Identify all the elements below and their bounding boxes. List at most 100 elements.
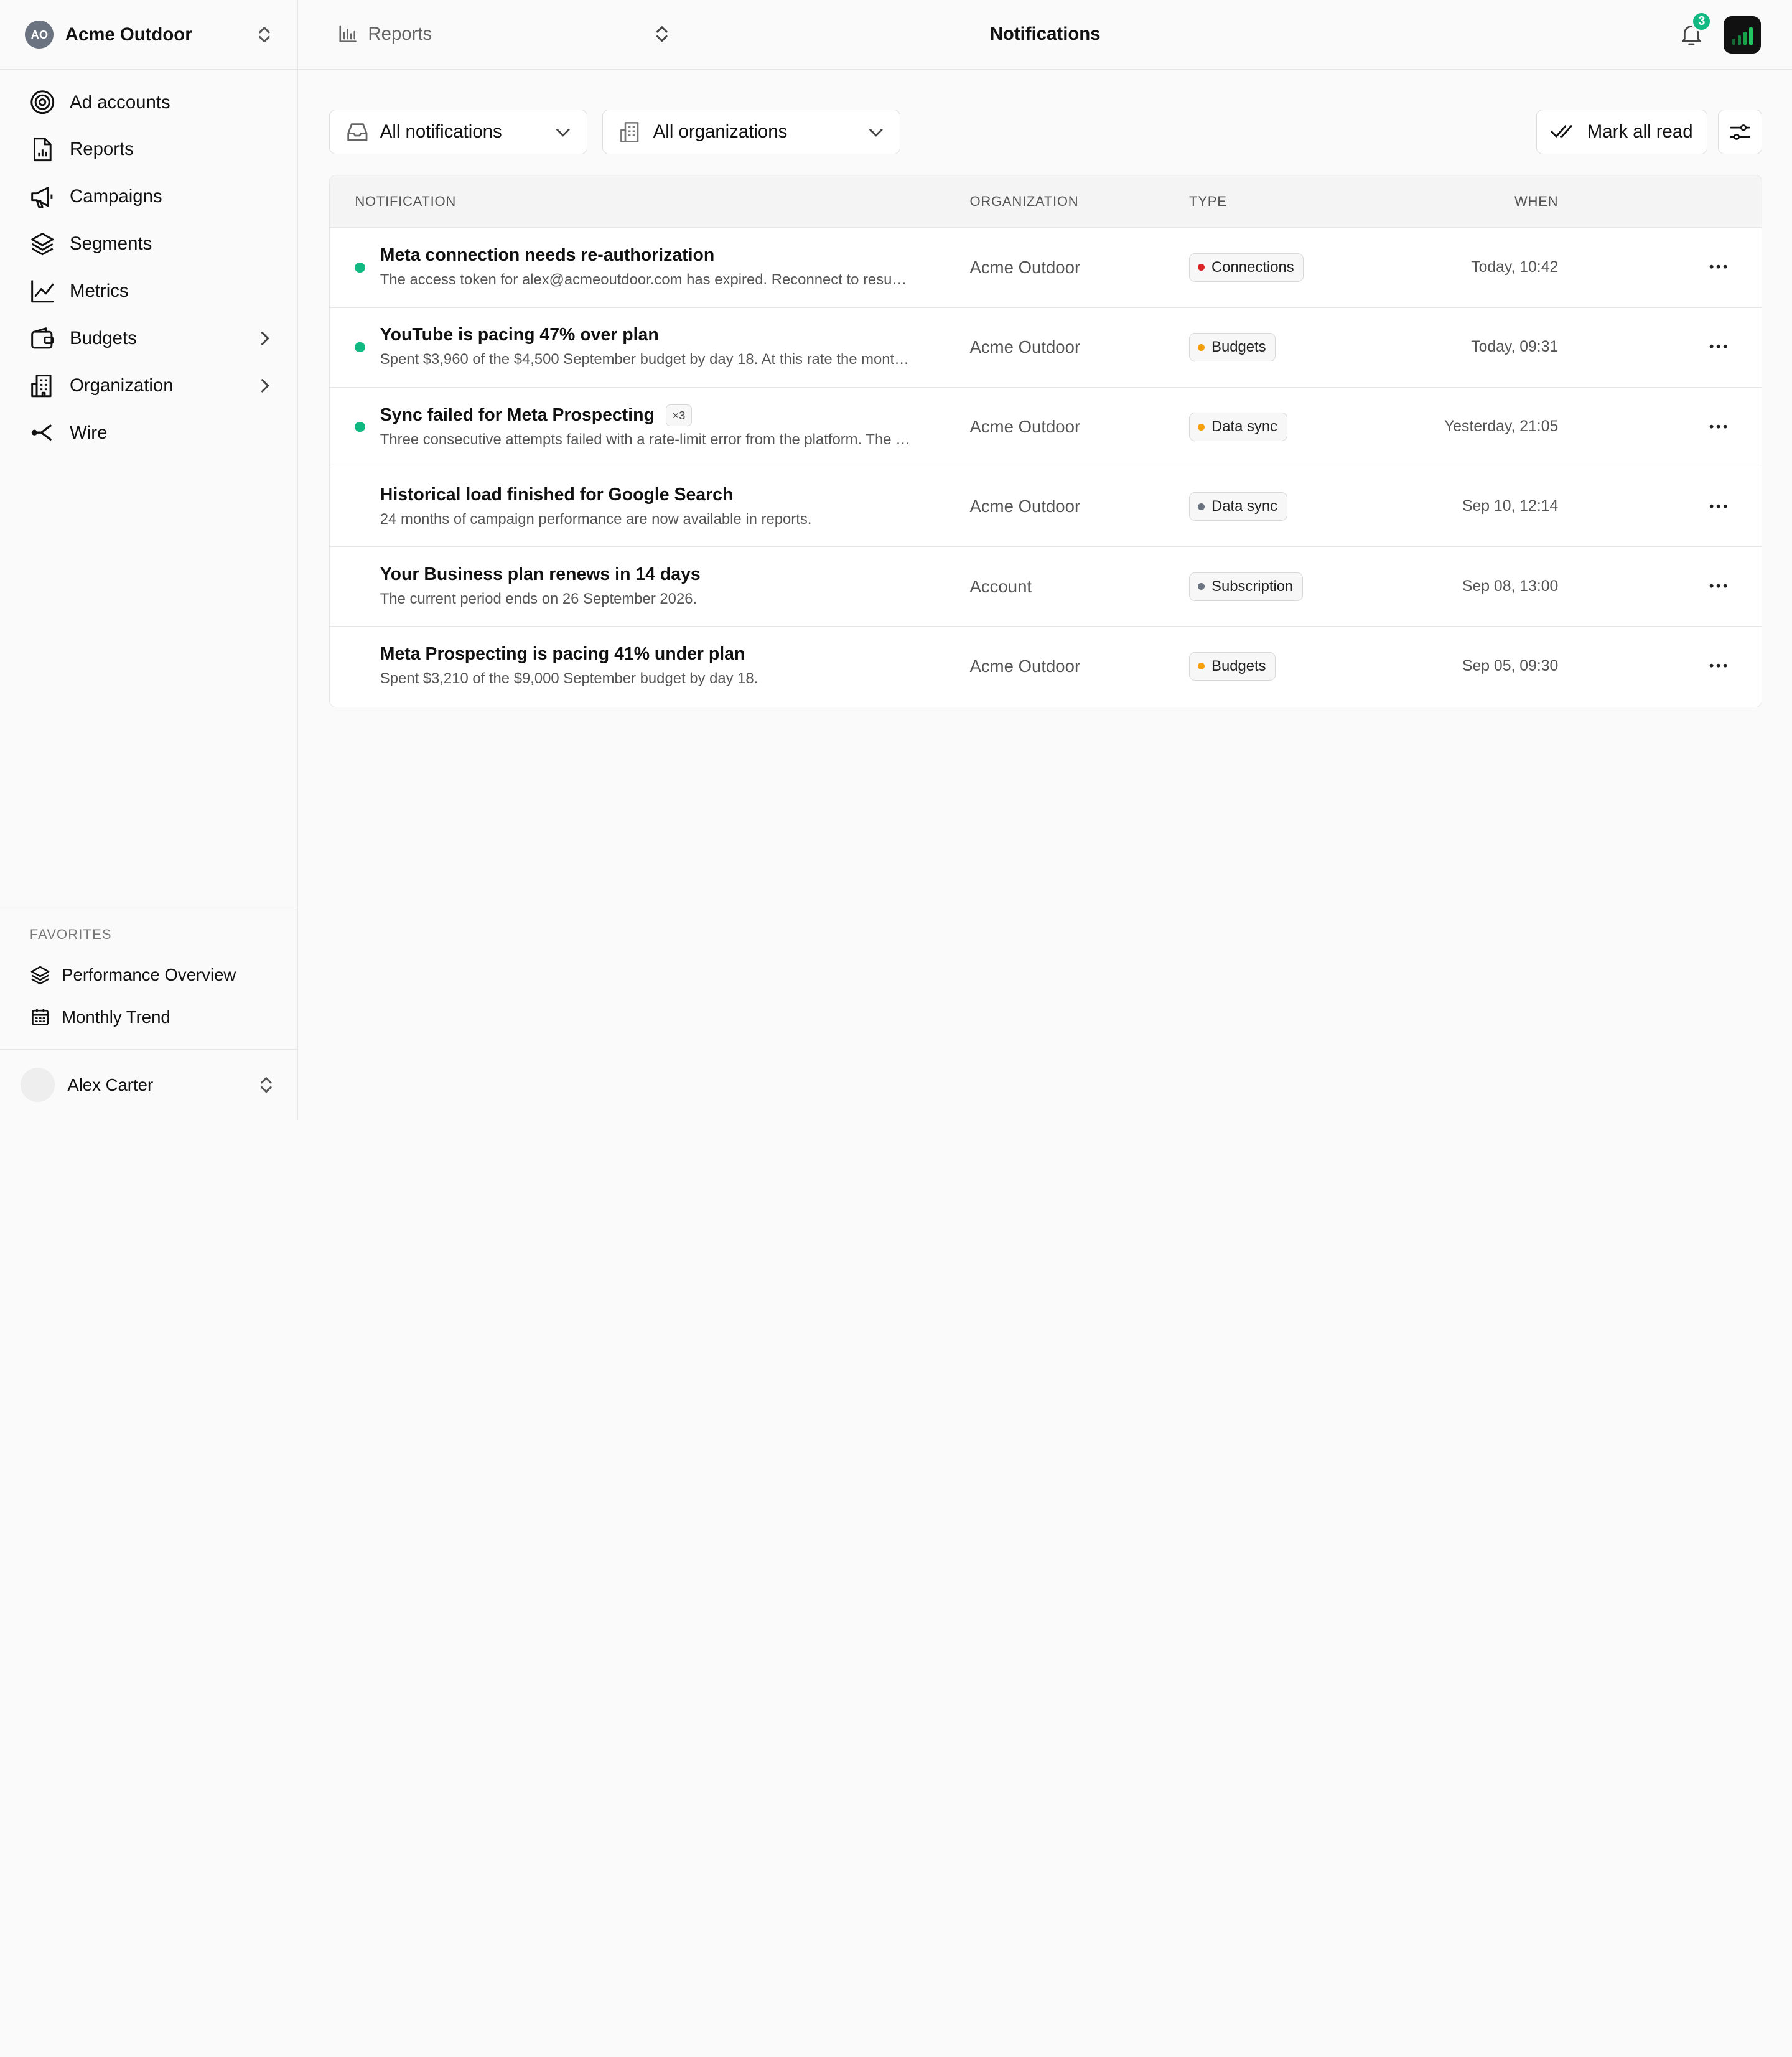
row-actions-button[interactable] (1707, 256, 1730, 279)
column-header-organization[interactable]: ORGANIZATION (970, 175, 1079, 228)
favorite-item-monthly-trend[interactable]: Monthly Trend (0, 996, 297, 1038)
more-horizontal-icon (1709, 504, 1727, 508)
line-chart-icon (30, 279, 55, 304)
notification-title: Your Business plan renews in 14 days (380, 564, 701, 584)
sidebar-item-label: Wire (70, 422, 108, 443)
user-menu[interactable]: Alex Carter (0, 1049, 297, 1120)
organization-filter-select[interactable]: All organizations (602, 110, 901, 154)
favorites-section: FAVORITES Performance Overview Monthly T… (0, 910, 297, 1049)
notifications-table: NOTIFICATION ORGANIZATION TYPE WHEN Meta… (329, 175, 1763, 707)
type-color-dot (1198, 343, 1205, 351)
sidebar-item-segments[interactable]: Segments (0, 220, 297, 268)
layers-icon (30, 965, 50, 986)
chevron-down-icon (868, 126, 884, 138)
sidebar-item-budgets[interactable]: Budgets (0, 315, 297, 362)
notification-title: Sync failed for Meta Prospecting (380, 405, 655, 426)
org-switcher[interactable]: AO Acme Outdoor (0, 0, 298, 70)
table-row[interactable]: Meta Prospecting is pacing 41% under pla… (330, 627, 1762, 706)
table-row[interactable]: Meta connection needs re-authorization T… (329, 228, 1762, 308)
topbar: Reports Notifications 3 (298, 0, 1792, 70)
sidebar-item-label: Campaigns (70, 186, 162, 207)
target-icon (30, 90, 55, 114)
table-header: NOTIFICATION ORGANIZATION TYPE WHEN (329, 175, 1762, 228)
more-horizontal-icon (1709, 264, 1727, 269)
notifications-button[interactable]: 3 (1678, 11, 1712, 48)
notification-organization: Acme Outdoor (969, 257, 1081, 277)
more-horizontal-icon (1709, 424, 1727, 429)
table-body: Meta connection needs re-authorization T… (329, 228, 1762, 706)
mark-all-read-label: Mark all read (1587, 121, 1693, 142)
type-color-dot (1198, 423, 1205, 431)
occurrence-count-badge: ×3 (666, 404, 692, 427)
sidebar-item-campaigns[interactable]: Campaigns (0, 173, 297, 220)
select-value: All notifications (380, 121, 502, 142)
notification-time: Today, 09:31 (1471, 338, 1559, 356)
app-root: AO Acme Outdoor Ad accounts Reports Camp… (0, 0, 1792, 1120)
bar-chart-icon (338, 25, 357, 43)
breadcrumb[interactable]: Reports (338, 0, 670, 68)
user-name: Alex Carter (67, 1075, 154, 1094)
type-label: Data sync (1211, 418, 1278, 436)
type-color-dot (1198, 583, 1205, 590)
double-check-icon (1551, 124, 1575, 140)
table-row[interactable]: Sync failed for Meta Prospecting ×3 Thre… (329, 388, 1762, 468)
type-label: Budgets (1211, 657, 1266, 674)
notification-title-line: Your Business plan renews in 14 days (380, 564, 701, 585)
favorites-title: FAVORITES (29, 926, 112, 942)
megaphone-icon (30, 184, 55, 209)
chevron-right-icon (259, 378, 270, 394)
column-header-type[interactable]: TYPE (1189, 175, 1226, 228)
row-actions-button[interactable] (1707, 574, 1730, 597)
table-row[interactable]: Historical load finished for Google Sear… (329, 467, 1762, 548)
sidebar-item-reports[interactable]: Reports (0, 126, 297, 174)
row-actions-button[interactable] (1707, 415, 1730, 438)
notification-organization: Account (969, 576, 1032, 596)
sidebar-item-ad-accounts[interactable]: Ad accounts (0, 79, 297, 126)
type-badge: Budgets (1189, 333, 1276, 361)
sidebar-item-wire[interactable]: Wire (0, 409, 297, 457)
notification-description: The current period ends on 26 September … (380, 590, 698, 608)
mark-all-read-button[interactable]: Mark all read (1536, 110, 1708, 154)
avatar (21, 1067, 55, 1103)
sidebar-item-metrics[interactable]: Metrics (0, 268, 297, 315)
notification-filter-select[interactable]: All notifications (329, 110, 588, 154)
type-badge: Subscription (1189, 572, 1304, 601)
chevron-up-down-icon (256, 26, 273, 44)
column-header-when[interactable]: WHEN (1514, 175, 1558, 228)
sidebar-nav: Ad accounts Reports Campaigns Segments M… (0, 70, 297, 456)
row-actions-button[interactable] (1707, 655, 1730, 678)
row-actions-button[interactable] (1707, 495, 1730, 518)
notification-description: Spent $3,960 of the $4,500 September bud… (380, 351, 918, 368)
table-row[interactable]: YouTube is pacing 47% over plan Spent $3… (329, 308, 1762, 388)
notification-organization: Acme Outdoor (969, 337, 1081, 357)
chevron-down-icon (555, 126, 571, 138)
column-header-notification[interactable]: NOTIFICATION (355, 175, 456, 228)
inbox-icon (346, 122, 369, 142)
favorite-item-performance-overview[interactable]: Performance Overview (0, 954, 297, 996)
app-logo[interactable] (1723, 16, 1762, 54)
notification-organization: Acme Outdoor (969, 656, 1081, 676)
notification-title-line: Sync failed for Meta Prospecting ×3 (380, 404, 692, 427)
row-actions-button[interactable] (1707, 335, 1730, 358)
breadcrumb-label: Reports (368, 24, 432, 45)
logo-bar (1749, 27, 1753, 45)
notification-title: YouTube is pacing 47% over plan (380, 325, 659, 345)
table-row[interactable]: Your Business plan renews in 14 days The… (329, 547, 1762, 627)
notification-title-line: Meta connection needs re-authorization (380, 245, 715, 266)
favorite-label: Performance Overview (62, 965, 236, 985)
type-color-dot (1198, 663, 1205, 670)
type-color-dot (1198, 503, 1205, 510)
chevron-up-down-icon (654, 25, 670, 43)
sidebar-item-label: Organization (70, 375, 174, 396)
sidebar-item-label: Metrics (70, 281, 129, 302)
sidebar-item-organization[interactable]: Organization (0, 362, 297, 409)
filter-settings-button[interactable] (1717, 110, 1763, 154)
building-icon (619, 121, 642, 144)
type-badge: Data sync (1189, 492, 1287, 521)
building-icon (30, 373, 55, 398)
wallet-icon (30, 326, 55, 351)
notification-time: Today, 10:42 (1471, 258, 1559, 276)
sidebar-item-label: Budgets (70, 327, 137, 348)
notification-title: Historical load finished for Google Sear… (380, 484, 734, 505)
sidebar-item-label: Ad accounts (70, 91, 170, 113)
